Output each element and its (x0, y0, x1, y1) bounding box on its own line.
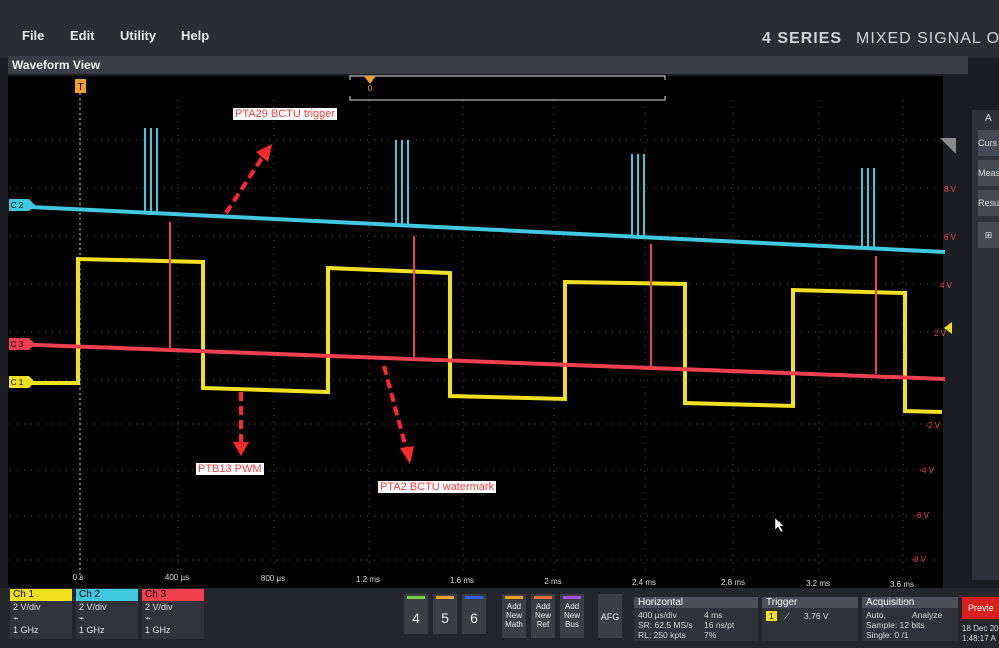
ch3-coupling-icon: ⌁ (145, 613, 151, 623)
zoom-corner-icon (940, 138, 956, 154)
horizontal-scale: 400 µs/div (638, 610, 677, 620)
svg-text:2.4 ms: 2.4 ms (632, 578, 656, 587)
svg-text:-6 V: -6 V (914, 511, 929, 520)
trigger-level: 3.76 V (804, 611, 829, 621)
ch2-badge: C 2 (9, 199, 35, 211)
afg-button[interactable]: AFG (598, 594, 622, 638)
ch4-button[interactable]: 4 (404, 594, 428, 634)
svg-text:2 ms: 2 ms (544, 577, 561, 586)
ch3-waveform (9, 342, 946, 381)
acquisition-single: Single: 0 /1 (866, 630, 909, 640)
ch1-settings-badge[interactable]: Ch 1 2 V/div ⌁ 1 GHz (10, 589, 72, 639)
annotation-pwm: PTB13 PWM (196, 463, 264, 475)
svg-text:3.2 ms: 3.2 ms (806, 579, 830, 588)
svg-text:800 µs: 800 µs (261, 574, 285, 583)
trigger-source: 1 (766, 611, 777, 621)
svg-text:T: T (77, 82, 83, 93)
ch5-button[interactable]: 5 (433, 594, 457, 634)
ch1-badge: C 1 (9, 376, 35, 388)
add-new-bus-button[interactable]: Add New Bus (560, 594, 584, 638)
x-scale-labels: 0 s 400 µs 800 µs 1.2 ms 1.6 ms 2 ms 2.4… (73, 573, 914, 589)
acquisition-analyze: Analyze (912, 610, 943, 620)
record-view-bracket: 0 (349, 75, 666, 101)
grid-lines (10, 100, 940, 575)
svg-text:-4 V: -4 V (919, 466, 934, 475)
trigger-slope-icon: ⟋ (784, 611, 790, 621)
time-display: 1:48:17 A (962, 634, 996, 643)
svg-text:6 V: 6 V (944, 233, 957, 242)
ch1-name: Ch 1 (10, 589, 72, 601)
trigger-position-pct: 7% (704, 630, 717, 640)
add-new-math-button[interactable]: Add New Math (502, 594, 526, 638)
mouse-cursor-icon (774, 517, 785, 533)
add-new-ref-button[interactable]: Add New Ref (531, 594, 555, 638)
date-display: 18 Dec 20 (962, 624, 999, 633)
annotation-trigger: PTA29 BCTU trigger (233, 108, 338, 120)
add-panel-label: A (985, 113, 992, 124)
ch2-name: Ch 2 (76, 589, 138, 601)
ch3-badge: C 3 (9, 338, 35, 350)
ch6-button[interactable]: 6 (462, 594, 486, 634)
svg-text:C 1: C 1 (11, 378, 24, 387)
ch2-waveform (9, 204, 946, 254)
svg-text:2 V: 2 V (934, 329, 947, 338)
horizontal-badge[interactable]: Horizontal 400 µs/div 4 ms SR: 62.5 MS/s… (634, 597, 758, 641)
waveform-display: 0 T C 2 C 3 C 1 8 V 6 V 4 V 2 V -2 V -4 … (9, 75, 957, 589)
y-scale-labels: 8 V 6 V 4 V 2 V -2 V -4 V -6 V -8 V (911, 185, 956, 564)
horizontal-title: Horizontal (634, 597, 758, 608)
horizontal-span: 4 ms (704, 610, 723, 620)
ch1-coupling-icon: ⌁ (13, 613, 19, 623)
run-stop-button[interactable]: Previe (962, 597, 999, 619)
ch3-bandwidth: 1 GHz (145, 625, 171, 635)
annotation-arrows (224, 156, 408, 449)
record-length: RL: 250 kpts (638, 630, 686, 640)
ch2-vdiv: 2 V/div (79, 602, 107, 612)
ch3-settings-badge[interactable]: Ch 3 2 V/div ⌁ 1 GHz (142, 589, 204, 639)
svg-text:400 µs: 400 µs (165, 573, 189, 582)
results-table-button[interactable]: Resu Tabl (978, 190, 999, 216)
ch1-vdiv: 2 V/div (13, 602, 41, 612)
time-per-point: 16 ns/pt (704, 620, 735, 630)
ch3-vdiv: 2 V/div (145, 602, 173, 612)
ch3-name: Ch 3 (142, 589, 204, 601)
ch1-bandwidth: 1 GHz (13, 625, 39, 635)
svg-text:8 V: 8 V (944, 185, 957, 194)
svg-text:0: 0 (368, 84, 373, 93)
svg-text:4 V: 4 V (940, 281, 953, 290)
svg-text:C 2: C 2 (11, 201, 24, 210)
annotation-arrowheads (233, 144, 414, 464)
acquisition-sample: Sample: 12 bits (866, 620, 925, 630)
annotation-watermark: PTA2 BCTU watermark (378, 481, 497, 493)
svg-text:-8 V: -8 V (911, 555, 926, 564)
svg-text:0 s: 0 s (73, 573, 84, 582)
acquisition-badge[interactable]: Acquisition Auto, Analyze Sample: 12 bit… (862, 597, 958, 641)
svg-text:1.2 ms: 1.2 ms (356, 575, 380, 584)
trigger-title: Trigger (762, 597, 858, 608)
ch2-bandwidth: 1 GHz (79, 625, 105, 635)
plot-icon[interactable]: ⊞ (978, 222, 999, 248)
sample-rate: SR: 62.5 MS/s (638, 620, 693, 630)
acquisition-title: Acquisition (862, 597, 958, 608)
svg-text:-2 V: -2 V (925, 421, 940, 430)
acquisition-mode: Auto, (866, 610, 886, 620)
cursors-button[interactable]: Curs (978, 130, 999, 156)
ch1-waveform (10, 256, 943, 414)
ch2-coupling-icon: ⌁ (79, 613, 85, 623)
ch2-settings-badge[interactable]: Ch 2 2 V/div ⌁ 1 GHz (76, 589, 138, 639)
trigger-badge[interactable]: Trigger 1 ⟋ 3.76 V (762, 597, 858, 641)
measure-button[interactable]: Meas (978, 160, 999, 186)
svg-text:2.8 ms: 2.8 ms (721, 578, 745, 587)
svg-text:C 3: C 3 (11, 340, 24, 349)
svg-text:1.6 ms: 1.6 ms (450, 576, 474, 585)
